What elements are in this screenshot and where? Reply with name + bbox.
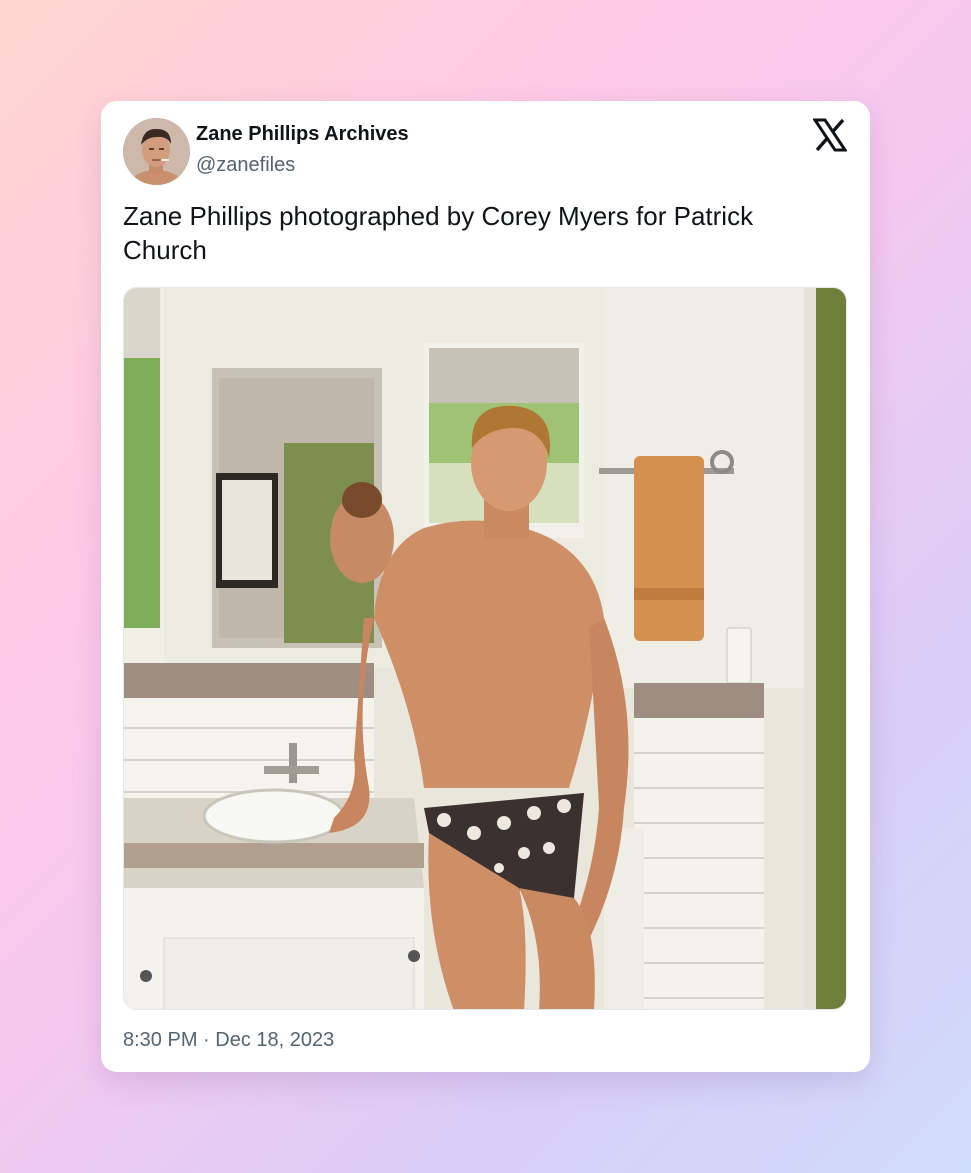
tweet-photo[interactable] <box>123 287 847 1010</box>
bathroom-photo <box>124 288 846 1009</box>
tweet-card: Zane Phillips Archives @zanefiles Zane P… <box>101 101 870 1072</box>
avatar-photo <box>123 118 190 185</box>
tweet-timestamp[interactable]: 8:30 PM · Dec 18, 2023 <box>123 1029 334 1052</box>
author-avatar[interactable] <box>123 118 190 185</box>
author-name[interactable]: Zane Phillips Archives <box>196 123 409 146</box>
tweet-text: Zane Phillips photographed by Corey Myer… <box>123 201 754 265</box>
x-logo-icon[interactable] <box>812 118 848 152</box>
author-handle[interactable]: @zanefiles <box>196 154 295 177</box>
